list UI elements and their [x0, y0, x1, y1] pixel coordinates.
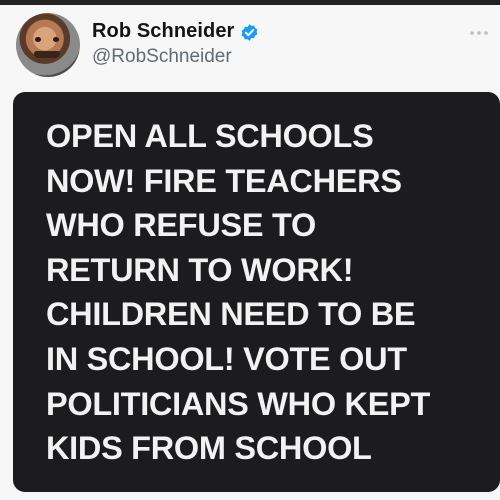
tweet-image-text-line: RETURN TO WORK!	[46, 251, 354, 288]
tweet-image-text-line: IN SCHOOL! VOTE OUT	[46, 340, 407, 377]
avatar[interactable]	[16, 13, 80, 77]
verified-badge-icon	[241, 24, 258, 41]
tweet-image-card[interactable]: OPEN ALL SCHOOLS NOW! FIRE TEACHERS WHO …	[13, 92, 500, 492]
tweet-image-text-line: POLITICIANS WHO KEPT	[46, 385, 431, 422]
author-handle[interactable]: @RobSchneider	[92, 46, 232, 68]
tweet-image-text-line: CHILDREN NEED TO BE	[46, 296, 416, 333]
tweet-image-text-line: NOW! FIRE TEACHERS	[46, 162, 402, 199]
tweet-image-text-line: KIDS FROM SCHOOL	[46, 430, 372, 467]
avatar-eyes	[35, 37, 59, 42]
tweet-header: Rob Schneider @RobSchneider	[0, 5, 500, 85]
more-options-icon[interactable]	[468, 27, 490, 39]
tweet-image-text-line: WHO REFUSE TO	[46, 207, 316, 244]
tweet-image-text-line: OPEN ALL SCHOOLS	[46, 118, 374, 154]
tweet-image-text: OPEN ALL SCHOOLS NOW! FIRE TEACHERS WHO …	[46, 114, 486, 471]
bottom-margin	[0, 492, 500, 500]
author-display-name[interactable]: Rob Schneider	[92, 20, 234, 43]
tweet-screenshot: Rob Schneider @RobSchneider OPEN ALL SCH…	[0, 0, 500, 500]
avatar-mustache	[34, 51, 60, 58]
